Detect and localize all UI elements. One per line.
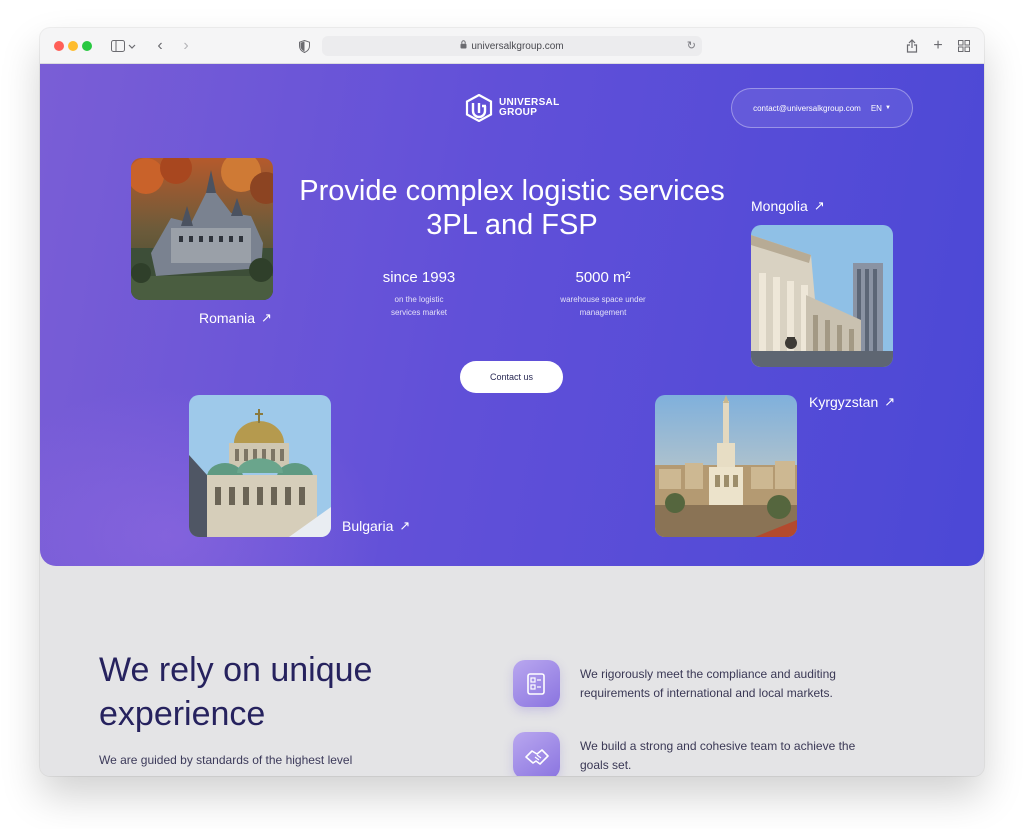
url-text: universalkgroup.com — [471, 40, 564, 52]
logo-line-2: GROUP — [499, 107, 538, 118]
country-name: Romania — [199, 310, 256, 326]
new-tab-icon[interactable]: + — [930, 36, 946, 56]
tab-overview-icon[interactable] — [956, 36, 972, 56]
section-subtitle: We are guided by standards of the highes… — [99, 753, 353, 767]
feature-team: We build a strong and cohesive team to a… — [513, 732, 880, 776]
bulgaria-photo[interactable] — [189, 395, 331, 537]
minimize-window-button[interactable] — [68, 41, 78, 51]
arrow-up-right-icon: ↗ — [399, 518, 411, 533]
arrow-up-right-icon: ↗ — [261, 310, 272, 325]
share-icon[interactable] — [904, 36, 920, 56]
forward-icon[interactable]: › — [178, 36, 194, 56]
country-name: Kyrgyzstan — [809, 394, 879, 410]
feature-compliance: We rigorously meet the compliance and au… — [513, 660, 880, 707]
hero-section: UNIVERSAL GROUP contact@universalkgroup.… — [40, 64, 984, 566]
mongolia-photo[interactable] — [751, 225, 893, 367]
romania-photo[interactable] — [131, 158, 273, 300]
stat-value: 5000 m² — [575, 269, 631, 286]
logo-mark-icon — [465, 94, 493, 122]
feature-text: We rigorously meet the compliance and au… — [580, 667, 836, 700]
stat-caption: warehouse space under management — [560, 295, 646, 317]
browser-toolbar: ‹ › universalkgroup.com ↻ + — [40, 28, 984, 64]
section-title: We rely on unique experience — [99, 651, 373, 733]
country-link-kyrgyzstan[interactable]: Kyrgyzstan ↗ — [809, 394, 895, 410]
arrow-up-right-icon: ↗ — [884, 394, 896, 409]
feature-text: We build a strong and cohesive team to a… — [580, 739, 856, 772]
logo-text: UNIVERSAL GROUP — [499, 98, 563, 118]
address-bar[interactable]: universalkgroup.com ↻ — [322, 36, 702, 56]
privacy-shield-icon[interactable] — [296, 36, 312, 56]
country-name: Mongolia — [751, 198, 808, 214]
reload-icon[interactable]: ↻ — [687, 39, 696, 52]
language-selector[interactable]: EN ▼ — [871, 104, 891, 113]
contact-pill: contact@universalkgroup.com EN ▼ — [731, 88, 913, 128]
checklist-icon — [513, 660, 560, 707]
caret-down-icon: ▼ — [884, 105, 891, 111]
arrow-up-right-icon: ↗ — [813, 198, 825, 213]
kyrgyzstan-photo[interactable] — [655, 395, 797, 537]
contact-email-link[interactable]: contact@universalkgroup.com — [753, 104, 861, 113]
stat-since: since 1993 on the logistic services mark… — [344, 269, 494, 319]
back-icon[interactable]: ‹ — [152, 36, 168, 56]
stat-value: since 1993 — [382, 269, 456, 286]
logo[interactable]: UNIVERSAL GROUP — [465, 94, 563, 122]
sidebar-toggle-icon[interactable] — [108, 36, 140, 56]
hero-headline: Provide complex logistic services 3PL an… — [299, 175, 725, 241]
stat-warehouse: 5000 m² warehouse space under management — [528, 269, 678, 319]
close-window-button[interactable] — [54, 41, 64, 51]
country-link-mongolia[interactable]: Mongolia ↗ — [751, 198, 825, 214]
country-name: Bulgaria — [342, 518, 394, 534]
country-link-bulgaria[interactable]: Bulgaria ↗ — [342, 518, 410, 534]
stat-caption: on the logistic services market — [390, 295, 447, 317]
experience-section: We rely on unique experience We are guid… — [40, 566, 984, 776]
language-label: EN — [870, 103, 882, 113]
lock-icon — [460, 40, 467, 52]
browser-window: ‹ › universalkgroup.com ↻ + UNIVERSAL GR… — [40, 28, 984, 776]
zoom-window-button[interactable] — [82, 41, 92, 51]
country-link-romania[interactable]: Romania ↗ — [199, 310, 272, 326]
contact-us-button[interactable]: Contact us — [460, 361, 563, 393]
handshake-icon — [513, 732, 560, 776]
